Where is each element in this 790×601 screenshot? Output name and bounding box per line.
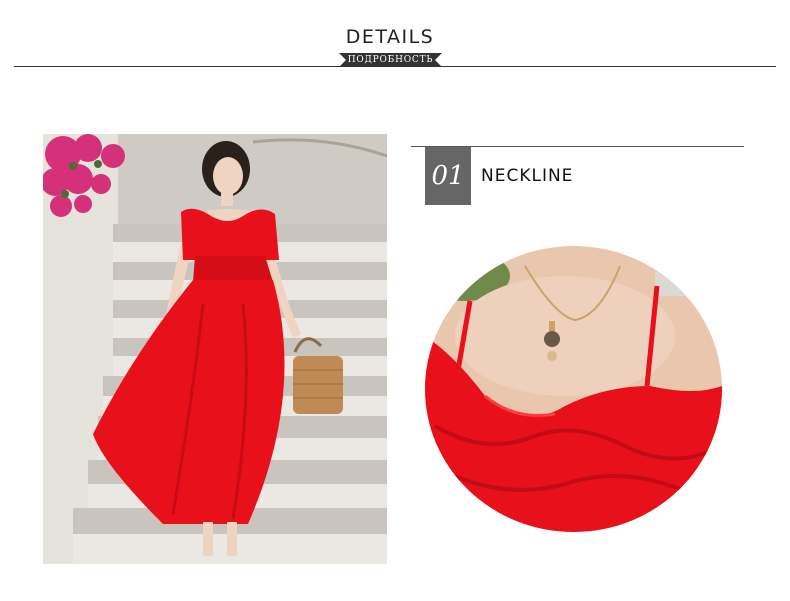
detail-label: NECKLINE [481, 166, 574, 186]
detail-number: 01 [425, 147, 471, 205]
section-title: DETAILS [345, 26, 435, 48]
subtitle-ribbon: ПОДРОБНОСТЬ [339, 53, 442, 67]
section-subtitle: ПОДРОБНОСТЬ [347, 55, 434, 65]
section-header: DETAILS ПОДРОБНОСТЬ [0, 0, 790, 80]
product-photo-neckline-closeup [425, 246, 722, 532]
product-photo-full-length [43, 134, 387, 564]
